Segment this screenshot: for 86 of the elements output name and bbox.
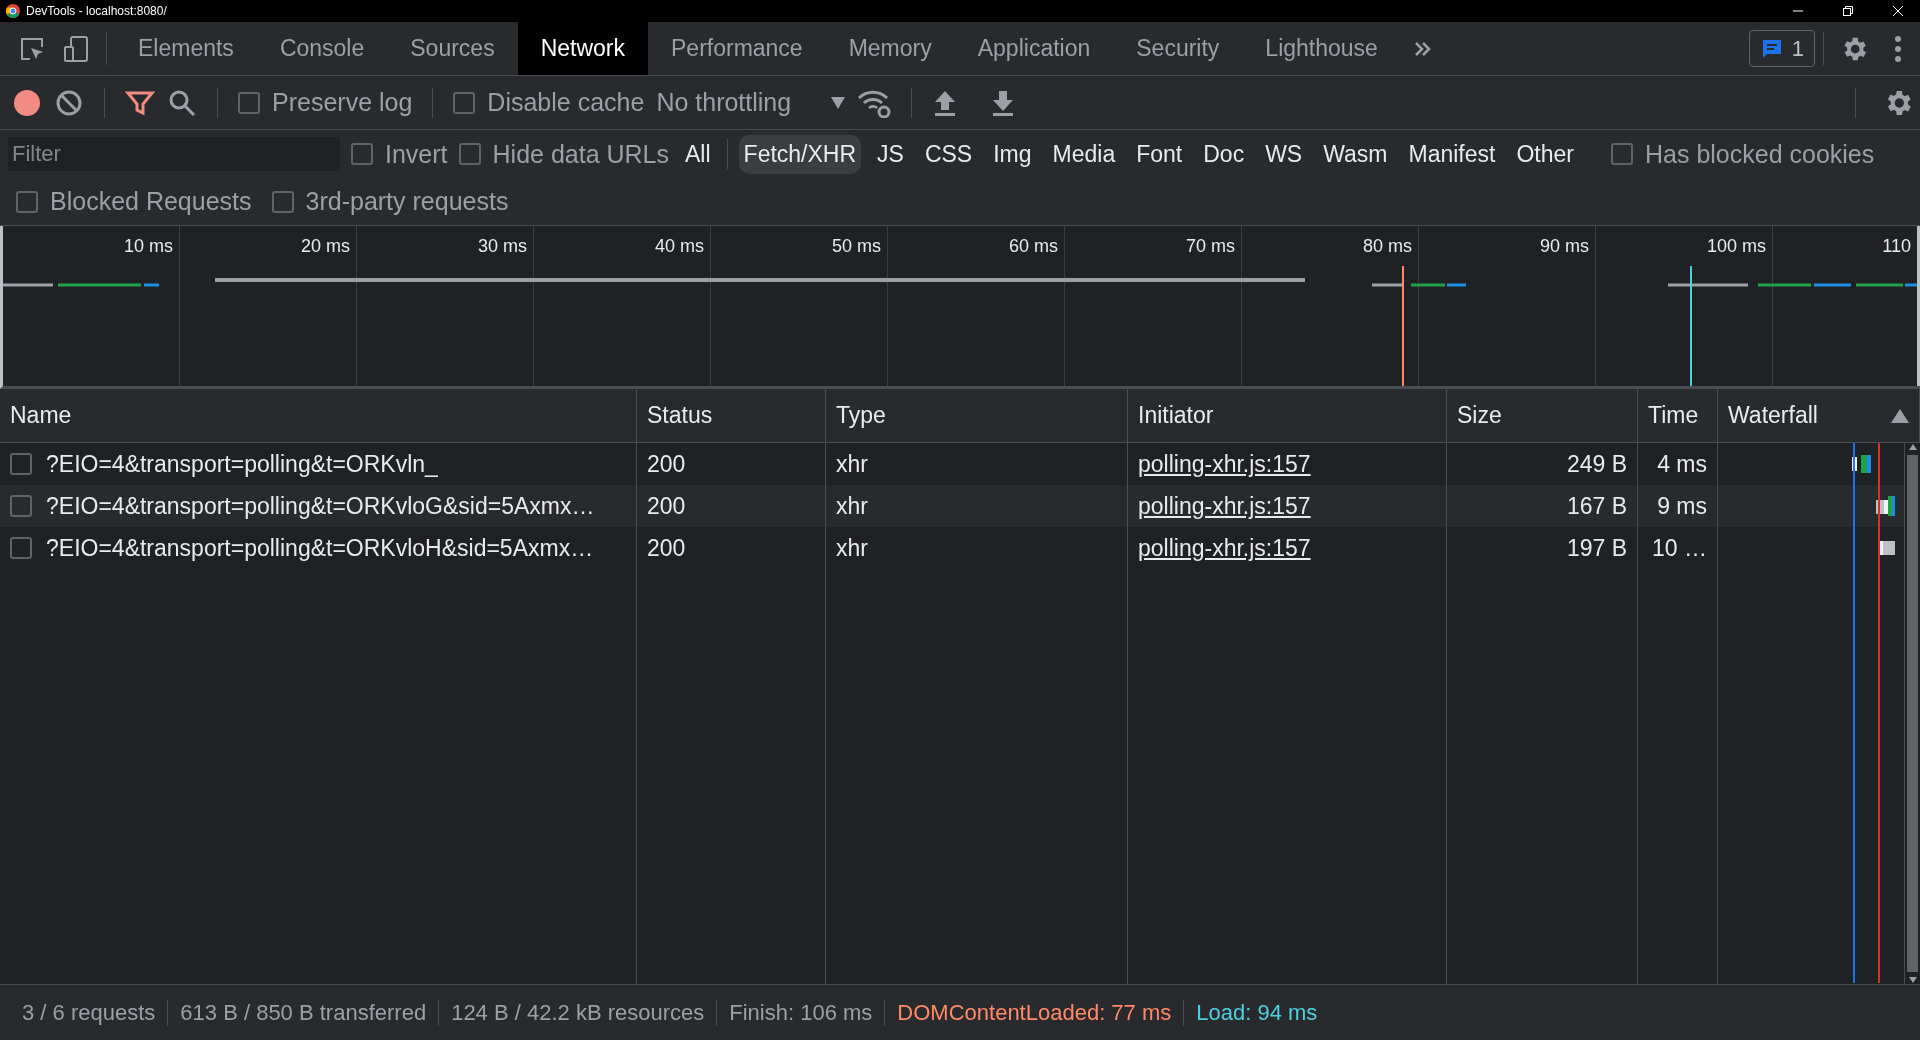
panel-tab[interactable]: Elements <box>115 22 257 75</box>
time-tick-label: 110 <box>1882 235 1912 257</box>
type-filter[interactable]: Img <box>988 134 1037 174</box>
column-header[interactable]: Type <box>826 389 1128 442</box>
response-size: 197 B <box>1565 534 1627 562</box>
request-name[interactable]: ?EIO=4&transport=polling&t=ORKvln_ <box>46 450 626 478</box>
time-tick-label: 50 ms <box>831 235 882 257</box>
panel-tab[interactable]: Security <box>1113 22 1243 75</box>
waterfall-bar-drawing <box>1879 541 1895 555</box>
window-title: DevTools - localhost:8080/ <box>26 4 168 18</box>
filter-field[interactable]: Filter <box>8 137 340 171</box>
panel-tab[interactable]: Lighthouse <box>1242 22 1401 75</box>
sort-ascending-icon[interactable] <box>1891 408 1909 423</box>
panel-tab[interactable]: Application <box>954 22 1114 75</box>
column-header[interactable]: Initiator <box>1128 389 1447 442</box>
time-tick-label: 70 ms <box>1185 235 1236 257</box>
time-tick-label: 10 ms <box>123 235 174 257</box>
checkbox[interactable]: 3rd-party requests <box>271 187 509 216</box>
waterfall-bar-drawing <box>1852 455 1871 473</box>
checkbox[interactable]: Blocked Requests <box>16 187 252 216</box>
status-summary: DOMContentLoaded: 77 ms <box>885 999 1185 1026</box>
panel-tab[interactable]: Network <box>517 22 648 75</box>
row-checkbox[interactable] <box>10 537 32 559</box>
type-filter[interactable]: Doc <box>1198 134 1250 174</box>
status-code: 200 <box>647 450 687 478</box>
record-icon[interactable] <box>12 87 42 118</box>
caret-icon <box>831 96 846 109</box>
type-filter[interactable]: Wasm <box>1318 134 1393 174</box>
type-filter[interactable]: Media <box>1047 134 1121 174</box>
initiator-link[interactable]: polling-xhr.js:157 <box>1138 492 1311 520</box>
scrollbar[interactable] <box>1905 443 1920 984</box>
request-time: 4 ms <box>1656 450 1707 478</box>
request-type: xhr <box>836 492 869 520</box>
request-name[interactable]: ?EIO=4&transport=polling&t=ORKvloH&sid=5Axmx… <box>46 534 626 562</box>
column-header[interactable]: Time <box>1638 389 1718 442</box>
time-tick-label: 100 ms <box>1706 235 1767 257</box>
status-code: 200 <box>647 534 687 562</box>
type-filter[interactable]: CSS <box>919 134 978 174</box>
issues-button[interactable]: 1 <box>1748 30 1815 67</box>
time-tick-label: 90 ms <box>1539 235 1590 257</box>
column-header[interactable]: Status <box>637 389 826 442</box>
column-header[interactable]: Name <box>0 389 637 442</box>
status-summary: 3 / 6 requests <box>10 999 169 1026</box>
column-header[interactable]: Waterfall <box>1718 389 1920 442</box>
request-time: 10 … <box>1651 534 1707 562</box>
type-filter[interactable]: WS <box>1260 134 1308 174</box>
request-type: xhr <box>836 534 869 562</box>
status-summary: Load: 94 ms <box>1195 999 1319 1026</box>
response-size: 249 B <box>1565 450 1627 478</box>
response-size: 167 B <box>1565 492 1627 520</box>
column-header[interactable]: Size <box>1447 389 1638 442</box>
type-filter[interactable]: Other <box>1511 134 1579 174</box>
time-tick-label: 60 ms <box>1008 235 1059 257</box>
type-filter[interactable]: JS <box>872 134 909 174</box>
time-tick-label: 80 ms <box>1362 235 1413 257</box>
type-filter[interactable]: Manifest <box>1403 134 1501 174</box>
checkbox[interactable]: Has blocked cookies <box>1611 139 1875 169</box>
request-time: 9 ms <box>1656 492 1707 520</box>
column-title: Waterfall <box>1728 402 1818 429</box>
panel-tab[interactable]: Memory <box>825 22 955 75</box>
time-tick-label: 40 ms <box>654 235 705 257</box>
status-summary: Finish: 106 ms <box>717 999 886 1026</box>
time-tick-label: 20 ms <box>300 235 351 257</box>
type-filter[interactable]: Font <box>1131 134 1188 174</box>
panel-tab[interactable]: Console <box>256 22 388 75</box>
initiator-link[interactable]: polling-xhr.js:157 <box>1138 450 1311 478</box>
request-name[interactable]: ?EIO=4&transport=polling&t=ORKvloG&sid=5Axmx… <box>46 492 626 520</box>
checkbox[interactable]: Hide data URLs <box>458 139 669 169</box>
type-filter[interactable]: All <box>680 134 716 174</box>
initiator-link[interactable]: polling-xhr.js:157 <box>1138 534 1311 562</box>
status-summary: 124 B / 42.2 kB resources <box>439 999 718 1026</box>
time-tick-label: 30 ms <box>477 235 528 257</box>
row-checkbox[interactable] <box>10 495 32 517</box>
checkbox[interactable]: Preserve log <box>238 88 413 117</box>
waterfall-bar-drawing <box>1876 496 1895 516</box>
throttling-dropdown[interactable]: No throttling <box>656 88 846 117</box>
panel-tab[interactable]: Sources <box>387 22 518 75</box>
type-filter[interactable]: Fetch/XHR <box>738 134 862 174</box>
status-summary: 613 B / 850 B transferred <box>168 999 440 1026</box>
checkbox[interactable]: Disable cache <box>453 88 645 117</box>
browser-logo-icon <box>6 4 20 18</box>
panel-tab[interactable]: Performance <box>648 22 826 75</box>
status-code: 200 <box>647 492 687 520</box>
row-checkbox[interactable] <box>10 453 32 475</box>
request-type: xhr <box>836 450 869 478</box>
checkbox[interactable]: Invert <box>351 139 448 169</box>
